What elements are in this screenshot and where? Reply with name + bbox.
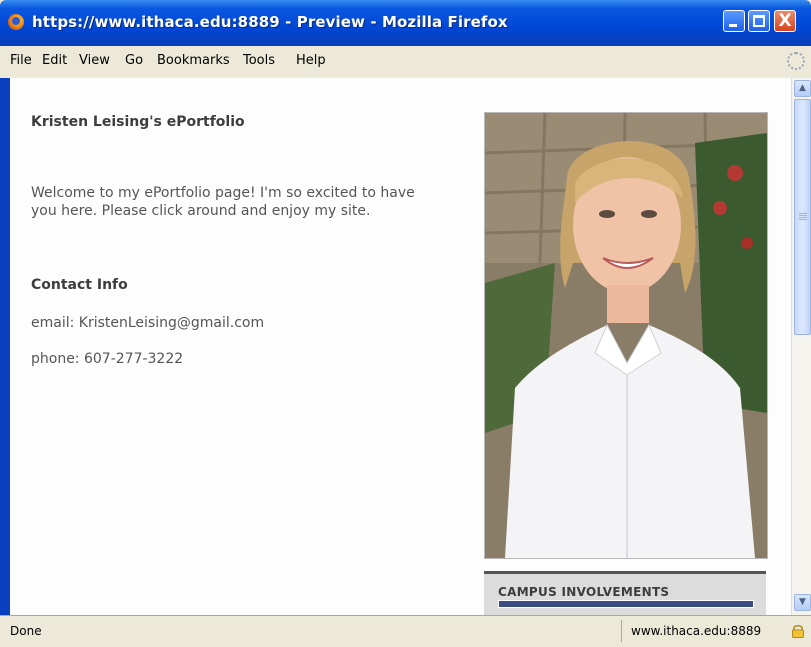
- scroll-up-icon: ▲: [799, 83, 806, 93]
- scroll-down-button[interactable]: ▼: [794, 594, 811, 611]
- campus-involvements-box: CAMPUS INVOLVEMENTS: [484, 571, 766, 615]
- campus-involvements-image: [498, 600, 754, 608]
- throbber-icon: [787, 52, 805, 70]
- scroll-down-icon: ▼: [799, 597, 806, 607]
- page-content: Kristen Leising's ePortfolio Welcome to …: [10, 78, 791, 615]
- menu-bookmarks[interactable]: Bookmarks: [157, 53, 230, 68]
- contact-heading: Contact Info: [31, 277, 128, 293]
- welcome-line-2: you here. Please click around and enjoy …: [31, 203, 371, 219]
- contact-email: email: KristenLeising@gmail.com: [31, 315, 265, 331]
- menu-go[interactable]: Go: [125, 53, 143, 68]
- title-bar[interactable]: https://www.ithaca.edu:8889 - Preview - …: [0, 0, 811, 46]
- scroll-thumb[interactable]: [794, 99, 811, 335]
- close-icon: X: [778, 11, 792, 31]
- minimize-button[interactable]: [723, 10, 745, 32]
- campus-involvements-heading: CAMPUS INVOLVEMENTS: [498, 585, 670, 599]
- scroll-up-button[interactable]: ▲: [794, 80, 811, 97]
- menu-view[interactable]: View: [79, 53, 110, 68]
- vertical-scrollbar[interactable]: ▲ ▼: [791, 78, 811, 615]
- window-title: https://www.ithaca.edu:8889 - Preview - …: [32, 13, 508, 31]
- welcome-line-1: Welcome to my ePortfolio page! I'm so ex…: [31, 185, 415, 201]
- scroll-grip-icon: [799, 213, 807, 214]
- status-text: Done: [10, 624, 42, 638]
- menu-bar: File Edit View Go Bookmarks Tools Help: [0, 46, 811, 79]
- profile-photo: [484, 112, 768, 559]
- menu-edit[interactable]: Edit: [42, 53, 67, 68]
- status-divider: [621, 620, 622, 642]
- contact-phone: phone: 607-277-3222: [31, 351, 184, 367]
- status-url: www.ithaca.edu:8889: [631, 624, 762, 638]
- menu-tools[interactable]: Tools: [243, 53, 275, 68]
- profile-photo-image: [485, 113, 767, 558]
- maximize-icon: [753, 15, 765, 27]
- menu-file[interactable]: File: [10, 53, 32, 68]
- minimize-icon: [729, 24, 737, 27]
- browser-window: https://www.ithaca.edu:8889 - Preview - …: [0, 0, 811, 647]
- menu-help[interactable]: Help: [296, 53, 326, 68]
- page-title: Kristen Leising's ePortfolio: [31, 114, 245, 130]
- firefox-icon: [8, 14, 24, 30]
- maximize-button[interactable]: [748, 10, 770, 32]
- status-bar: Done www.ithaca.edu:8889: [0, 615, 811, 647]
- window-frame-left: [0, 78, 10, 615]
- lock-icon[interactable]: [791, 624, 805, 638]
- close-button[interactable]: X: [774, 10, 796, 32]
